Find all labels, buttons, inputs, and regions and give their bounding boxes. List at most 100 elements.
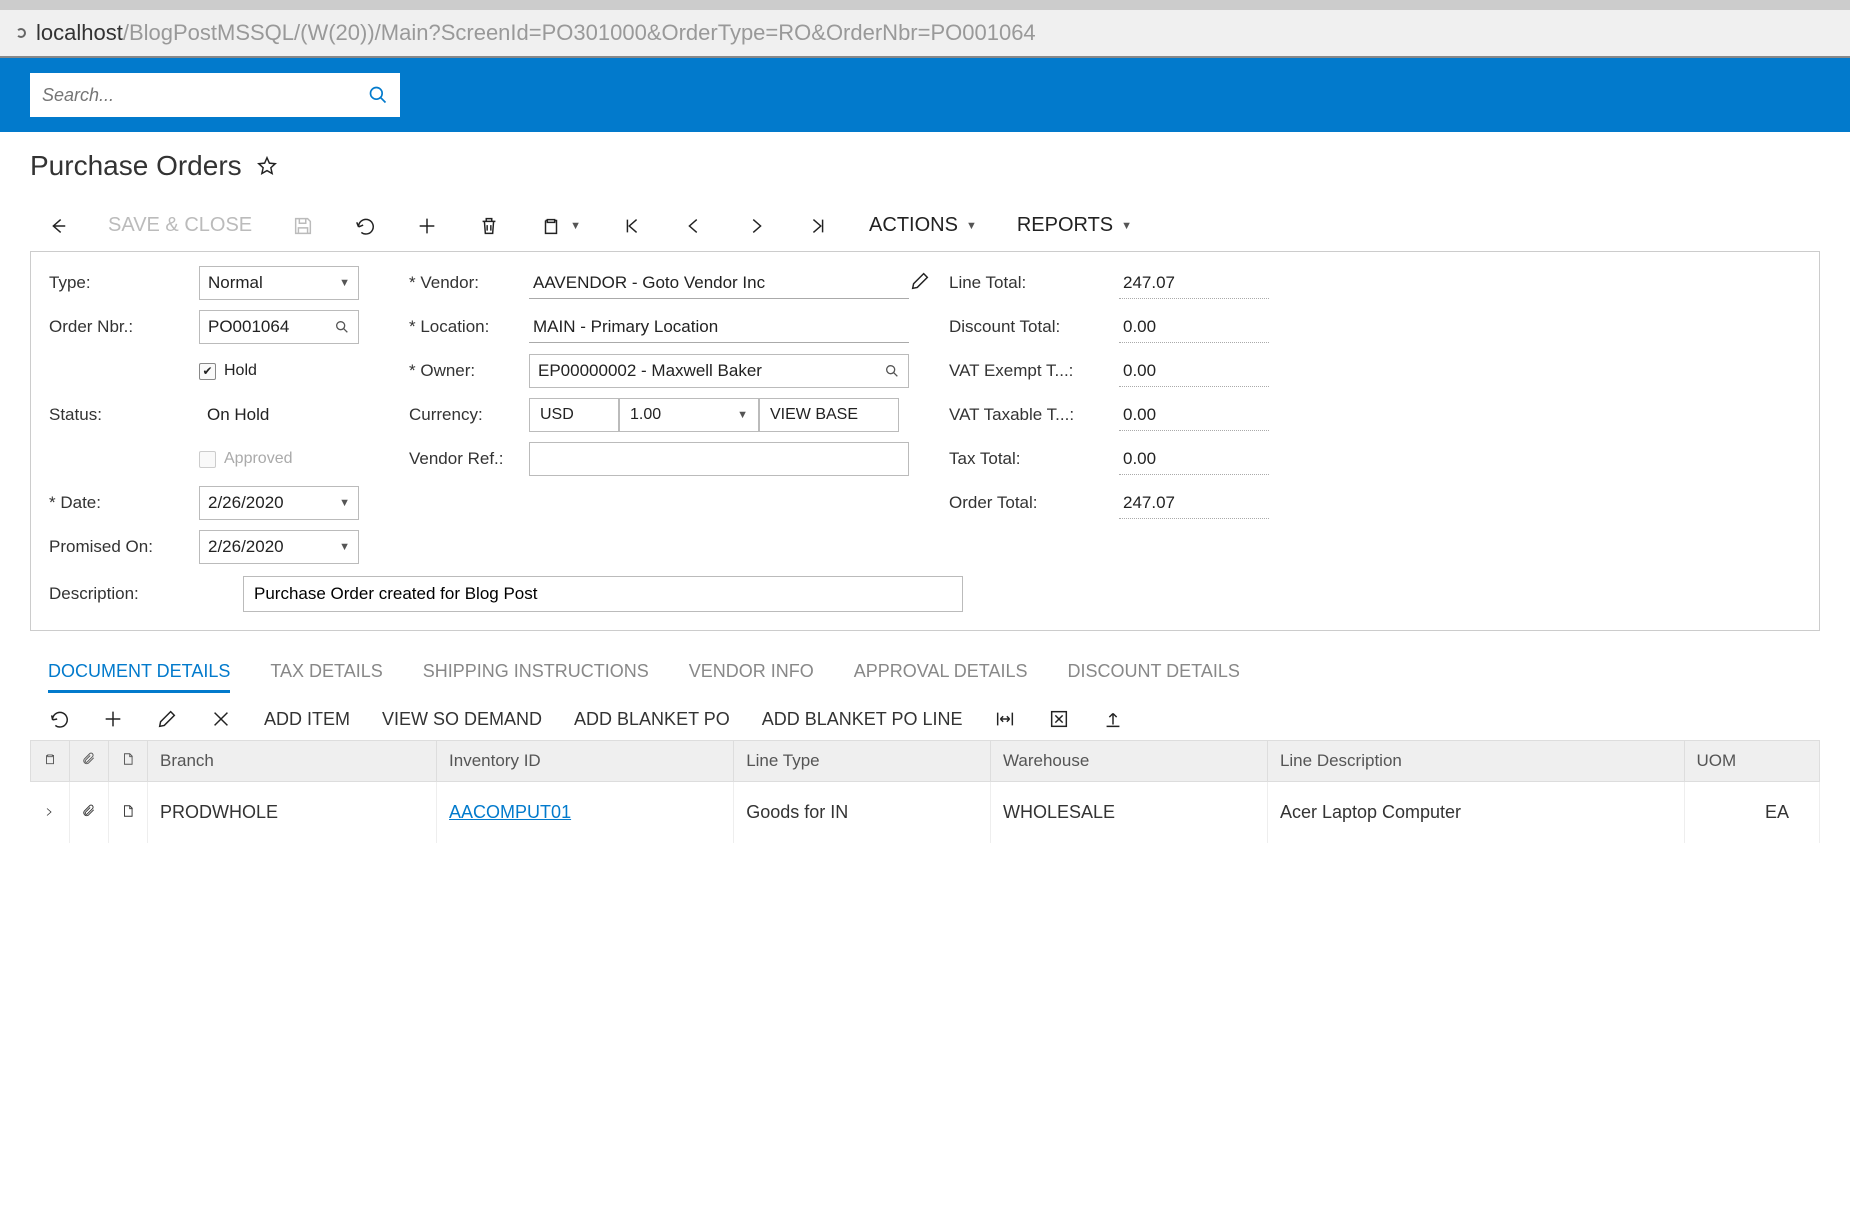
table-row[interactable]: PRODWHOLE AACOMPUT01 Goods for IN WHOLES… <box>31 782 1820 844</box>
description-input[interactable] <box>243 576 963 612</box>
currency-code[interactable]: USD <box>529 398 619 432</box>
grid-refresh-button[interactable] <box>48 708 70 730</box>
type-select[interactable]: Normal▼ <box>199 266 359 300</box>
line-total-value: 247.07 <box>1119 267 1269 299</box>
grid-add-button[interactable] <box>102 708 124 730</box>
grid-header-inventory-id[interactable]: Inventory ID <box>437 741 734 782</box>
order-nbr-label: Order Nbr.: <box>49 317 199 337</box>
owner-label: Owner: <box>409 361 529 381</box>
currency-control[interactable]: USD 1.00▼ VIEW BASE <box>529 398 909 432</box>
promised-on-input[interactable]: 2/26/2020▼ <box>199 530 359 564</box>
form-toolbar: SAVE & CLOSE ▼ ACTIONS ▼ <box>30 210 1820 251</box>
search-input[interactable] <box>42 85 368 106</box>
cell-warehouse[interactable]: WHOLESALE <box>990 782 1267 844</box>
save-button[interactable] <box>292 215 314 237</box>
cell-uom[interactable]: EA <box>1684 782 1819 844</box>
add-item-button[interactable]: ADD ITEM <box>264 709 350 730</box>
details-grid: Branch Inventory ID Line Type Warehouse … <box>30 740 1820 843</box>
view-base-button[interactable]: VIEW BASE <box>759 398 899 432</box>
fit-columns-button[interactable] <box>994 708 1016 730</box>
grid-header-warehouse[interactable]: Warehouse <box>990 741 1267 782</box>
vendor-ref-input[interactable] <box>529 442 909 476</box>
vat-exempt-label: VAT Exempt T...: <box>949 361 1119 381</box>
row-selector-icon[interactable] <box>31 782 70 844</box>
tab-approval-details[interactable]: APPROVAL DETAILS <box>854 653 1028 693</box>
edit-vendor-icon[interactable] <box>909 270 949 297</box>
url-text: localhost/BlogPostMSSQL/(W(20))/Main?Scr… <box>36 20 1036 46</box>
upload-button[interactable] <box>1102 708 1124 730</box>
vat-taxable-label: VAT Taxable T...: <box>949 405 1119 425</box>
tab-document-details[interactable]: DOCUMENT DETAILS <box>48 653 230 693</box>
add-blanket-po-button[interactable]: ADD BLANKET PO <box>574 709 730 730</box>
currency-label: Currency: <box>409 405 529 425</box>
global-search[interactable] <box>30 73 400 117</box>
back-button[interactable] <box>46 215 68 237</box>
discount-total-value: 0.00 <box>1119 311 1269 343</box>
owner-input[interactable]: EP00000002 - Maxwell Baker <box>538 361 762 381</box>
grid-edit-button[interactable] <box>156 708 178 730</box>
row-attachment-icon[interactable] <box>70 782 109 844</box>
search-icon <box>368 85 388 105</box>
prev-button[interactable] <box>683 215 705 237</box>
location-value[interactable]: MAIN - Primary Location <box>529 311 909 343</box>
lookup-icon <box>884 363 900 379</box>
cell-branch[interactable]: PRODWHOLE <box>148 782 437 844</box>
save-close-button[interactable]: SAVE & CLOSE <box>108 214 252 237</box>
export-excel-button[interactable] <box>1048 708 1070 730</box>
description-label: Description: <box>49 584 195 604</box>
tab-vendor-info[interactable]: VENDOR INFO <box>689 653 814 693</box>
tab-shipping-instructions[interactable]: SHIPPING INSTRUCTIONS <box>423 653 649 693</box>
lookup-icon <box>334 319 350 335</box>
first-button[interactable] <box>621 215 643 237</box>
grid-header-clipboard-icon[interactable] <box>31 741 70 782</box>
currency-rate[interactable]: 1.00 <box>630 406 661 424</box>
type-label: Type: <box>49 273 199 293</box>
cell-inventory-id[interactable]: AACOMPUT01 <box>449 802 571 822</box>
page-title: Purchase Orders <box>30 150 242 182</box>
add-blanket-po-line-button[interactable]: ADD BLANKET PO LINE <box>762 709 963 730</box>
row-note-icon[interactable] <box>109 782 148 844</box>
grid-header-uom[interactable]: UOM <box>1684 741 1819 782</box>
top-band <box>0 58 1850 132</box>
undo-button[interactable] <box>354 215 376 237</box>
discount-total-label: Discount Total: <box>949 317 1119 337</box>
grid-delete-button[interactable] <box>210 708 232 730</box>
vendor-value[interactable]: AAVENDOR - Goto Vendor Inc <box>529 267 909 299</box>
order-total-label: Order Total: <box>949 493 1119 513</box>
detail-tabs: DOCUMENT DETAILS TAX DETAILS SHIPPING IN… <box>30 653 1820 694</box>
tab-discount-details[interactable]: DISCOUNT DETAILS <box>1068 653 1240 693</box>
vendor-label: Vendor: <box>409 273 529 293</box>
grid-header-line-type[interactable]: Line Type <box>734 741 991 782</box>
grid-header-note-icon[interactable] <box>109 741 148 782</box>
tax-total-label: Tax Total: <box>949 449 1119 469</box>
next-button[interactable] <box>745 215 767 237</box>
tax-total-value: 0.00 <box>1119 443 1269 475</box>
vendor-ref-label: Vendor Ref.: <box>409 449 529 469</box>
grid-toolbar: ADD ITEM VIEW SO DEMAND ADD BLANKET PO A… <box>30 698 1820 740</box>
date-input[interactable]: 2/26/2020▼ <box>199 486 359 520</box>
reports-menu[interactable]: REPORTS ▼ <box>1017 214 1132 237</box>
vat-exempt-value: 0.00 <box>1119 355 1269 387</box>
refresh-icon[interactable] <box>16 28 26 38</box>
browser-address-bar: localhost/BlogPostMSSQL/(W(20))/Main?Scr… <box>0 0 1850 58</box>
delete-button[interactable] <box>478 215 500 237</box>
favorite-star-icon[interactable] <box>256 155 278 177</box>
summary-form: Type: Normal▼ Vendor: AAVENDOR - Goto Ve… <box>30 251 1820 631</box>
hold-checkbox[interactable]: ✔Hold <box>199 362 359 380</box>
last-button[interactable] <box>807 215 829 237</box>
cell-line-description[interactable]: Acer Laptop Computer <box>1267 782 1684 844</box>
actions-menu[interactable]: ACTIONS ▼ <box>869 214 977 237</box>
order-nbr-input[interactable]: PO001064 <box>199 310 359 344</box>
tab-tax-details[interactable]: TAX DETAILS <box>270 653 382 693</box>
grid-header-line-description[interactable]: Line Description <box>1267 741 1684 782</box>
cell-line-type[interactable]: Goods for IN <box>734 782 991 844</box>
location-label: Location: <box>409 317 529 337</box>
status-value: On Hold <box>199 405 359 425</box>
clipboard-button[interactable]: ▼ <box>540 215 581 237</box>
view-so-demand-button[interactable]: VIEW SO DEMAND <box>382 709 542 730</box>
add-button[interactable] <box>416 215 438 237</box>
promised-on-label: Promised On: <box>49 537 199 557</box>
grid-header-branch[interactable]: Branch <box>148 741 437 782</box>
status-label: Status: <box>49 405 199 425</box>
grid-header-attachment-icon[interactable] <box>70 741 109 782</box>
